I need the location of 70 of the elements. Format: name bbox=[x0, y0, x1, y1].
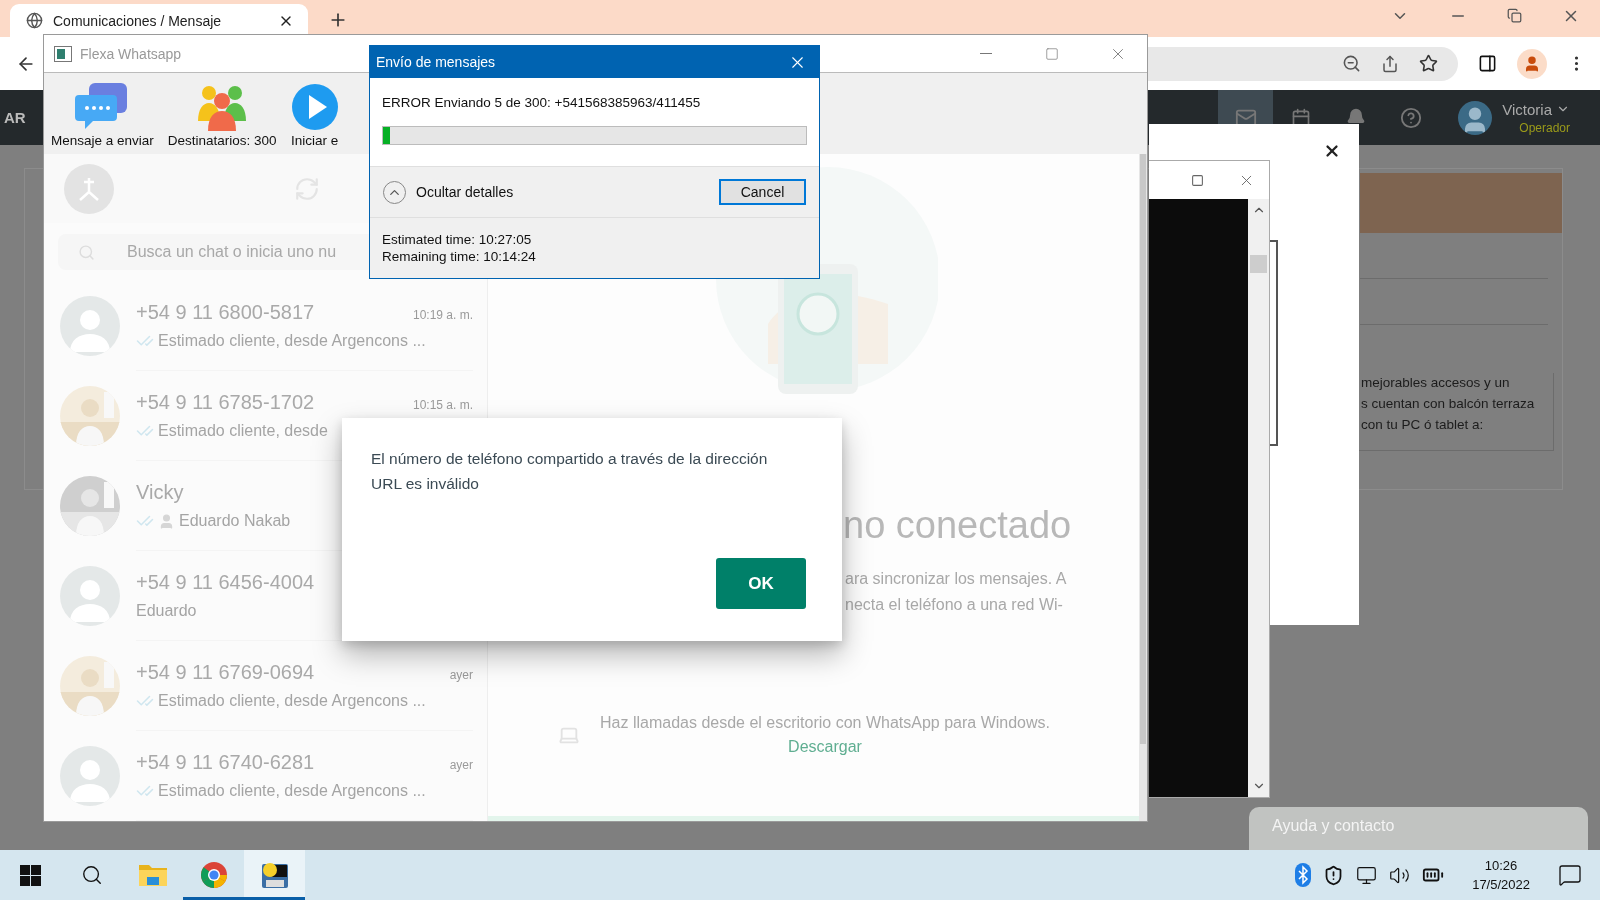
chat-preview: Estimado cliente, desde bbox=[158, 422, 328, 440]
chat-name: +54 9 11 6769-0694 bbox=[136, 661, 315, 684]
chat-item[interactable]: +54 9 11 6800-5817 10:19 a. m. Estimado cliente, desde Argencons ... bbox=[44, 281, 487, 371]
network-icon[interactable] bbox=[1356, 864, 1378, 886]
star-icon[interactable] bbox=[1419, 54, 1438, 73]
chat-item[interactable]: +54 9 11 6769-0694 ayer Estimado cliente, desde Argencons ... bbox=[44, 641, 487, 731]
chat-preview: Eduardo Nakab bbox=[179, 512, 291, 530]
restore-icon[interactable] bbox=[1507, 8, 1522, 23]
maximize-icon[interactable] bbox=[1191, 173, 1204, 187]
scroll-thumb[interactable] bbox=[1250, 255, 1267, 273]
zoom-out-icon[interactable] bbox=[1342, 54, 1361, 73]
status-text: ara sincronizar los mensajes. A bbox=[845, 570, 1067, 588]
side-panel-icon[interactable] bbox=[1478, 54, 1497, 73]
maximize-icon bbox=[1045, 46, 1059, 61]
chat-preview: Eduardo bbox=[136, 602, 197, 620]
toolbar-button[interactable]: Mensaje a enviar bbox=[49, 81, 156, 148]
cancel-button[interactable]: Cancel bbox=[719, 179, 806, 205]
window-title: Flexa Whatsapp bbox=[80, 45, 182, 62]
scrollbar[interactable] bbox=[1139, 154, 1147, 821]
status-heading: no conectado bbox=[843, 504, 1072, 547]
ok-button[interactable]: OK bbox=[716, 558, 806, 609]
chat-bubbles-icon bbox=[75, 81, 130, 131]
clock[interactable]: 10:26 17/5/2022 bbox=[1456, 858, 1546, 892]
user-role: Operador bbox=[1518, 120, 1570, 135]
chat-time: 10:15 a. m. bbox=[412, 398, 473, 412]
user-name[interactable]: Victoria bbox=[1502, 100, 1552, 118]
chat-name: +54 9 11 6456-4004 bbox=[136, 571, 315, 594]
chat-preview: Estimado cliente, desde Argencons ... bbox=[158, 782, 426, 800]
search-icon bbox=[78, 243, 95, 261]
folder-icon[interactable] bbox=[138, 863, 167, 887]
scrollbar[interactable] bbox=[1248, 199, 1269, 797]
play-icon bbox=[290, 83, 339, 131]
close-icon[interactable] bbox=[1323, 142, 1341, 160]
search-icon[interactable] bbox=[80, 864, 103, 886]
chat-time: 10:19 a. m. bbox=[412, 308, 473, 322]
details-toggle[interactable]: Ocultar detalles bbox=[383, 180, 709, 204]
toolbar-button[interactable]: Iniciar e bbox=[288, 83, 341, 148]
site-logo: AR bbox=[3, 108, 26, 128]
profile-avatar[interactable] bbox=[1517, 48, 1547, 79]
windows-icon[interactable] bbox=[20, 864, 41, 886]
footer-text: Haz llamadas desde el escritorio con WhatsApp para Windows. bbox=[600, 714, 1050, 732]
toolbar-button[interactable]: Destinatarios: 300 bbox=[165, 83, 279, 148]
page-text: s cuentan con balcón terraza bbox=[1361, 396, 1536, 411]
globe-icon bbox=[26, 12, 43, 29]
chat-name: +54 9 11 6740-6281 bbox=[136, 751, 315, 774]
page-text: con tu PC ó tablet a: bbox=[1361, 417, 1485, 432]
chat-item[interactable]: +54 9 11 6740-6281 ayer Estimado cliente, desde Argencons ... bbox=[44, 731, 487, 821]
chat-name: Vicky bbox=[136, 481, 184, 504]
minimize-icon bbox=[980, 53, 992, 54]
dialog-title: Envío de mensajes bbox=[376, 54, 496, 70]
user-avatar[interactable] bbox=[1458, 100, 1493, 135]
download-link[interactable]: Descargar bbox=[788, 738, 862, 756]
status-text: ERROR Enviando 5 de 300: +541568385963/411455 bbox=[382, 95, 702, 110]
chat-time: ayer bbox=[449, 668, 473, 682]
status-text: necta el teléfono a una red Wi- bbox=[845, 596, 1063, 614]
page-text: mejorables accesos y un bbox=[1361, 375, 1511, 390]
chat-preview: Estimado cliente, desde Argencons ... bbox=[158, 692, 426, 710]
bluetooth-icon[interactable] bbox=[1295, 863, 1312, 887]
app-icon[interactable] bbox=[259, 860, 290, 890]
people-icon bbox=[196, 83, 249, 131]
chat-name: +54 9 11 6800-5817 bbox=[136, 301, 315, 324]
chat-time: ayer bbox=[449, 758, 473, 772]
notifications-icon[interactable] bbox=[1558, 863, 1582, 887]
help-icon bbox=[1399, 106, 1422, 129]
chat-preview: Estimado cliente, desde Argencons ... bbox=[158, 332, 426, 350]
share-icon[interactable] bbox=[1381, 54, 1399, 73]
chrome-icon[interactable] bbox=[199, 861, 228, 889]
alert-message: El número de teléfono compartido a través de la dirección URL es inválido bbox=[371, 449, 769, 494]
chat-name: +54 9 11 6785-1702 bbox=[136, 391, 315, 414]
app-window-icon bbox=[54, 45, 72, 62]
